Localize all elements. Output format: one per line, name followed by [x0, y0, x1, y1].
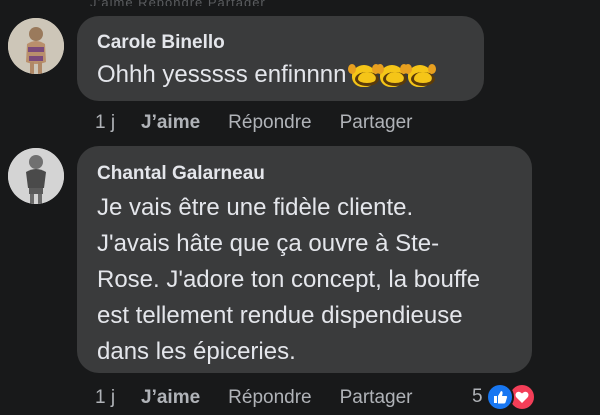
- comments-thread: J’aime Répondre Partager Carole Binello …: [0, 0, 600, 415]
- reaction-count: 5: [472, 386, 483, 407]
- smiling-face-with-open-hands-icon: [348, 63, 380, 87]
- comment-text-line: dans les épiceries.: [97, 338, 296, 365]
- avatar[interactable]: [8, 148, 64, 204]
- emoji-group: [348, 63, 436, 87]
- reply-button[interactable]: Répondre: [228, 112, 311, 134]
- comment-text-content: Ohhh yesssss enfinnnn: [97, 61, 347, 88]
- comment-text-line: est tellement rendue dispendieuse: [97, 302, 463, 329]
- reaction-summary[interactable]: 5: [472, 383, 536, 411]
- smiling-face-with-open-hands-icon: [404, 63, 436, 87]
- comment-author[interactable]: Chantal Galarneau: [97, 162, 512, 186]
- reply-button[interactable]: Répondre: [228, 387, 311, 409]
- comment-text-line: Je vais être une fidèle cliente.: [97, 194, 414, 221]
- comment-author[interactable]: Carole Binello: [97, 31, 464, 55]
- comment-text-line: Rose. J'adore ton concept, la bouffe: [97, 266, 481, 293]
- previous-comment-actions-cutoff: J’aime Répondre Partager: [90, 0, 450, 6]
- like-button[interactable]: J’aime: [141, 112, 200, 134]
- smiling-face-with-open-hands-icon: [376, 63, 408, 87]
- comment-text-line: J'avais hâte que ça ouvre à Ste-: [97, 230, 440, 257]
- comment-text: Ohhh yesssss enfinnnn: [97, 57, 464, 93]
- like-icon: [485, 383, 514, 411]
- avatar[interactable]: [8, 18, 64, 74]
- comment-timestamp[interactable]: 1 j: [95, 112, 141, 134]
- comment-timestamp[interactable]: 1 j: [95, 387, 141, 409]
- comment-actions: 1 j J’aime Répondre Partager: [95, 112, 412, 134]
- comment-bubble: Carole Binello Ohhh yesssss enfinnnn: [77, 16, 484, 101]
- share-button[interactable]: Partager: [340, 387, 413, 409]
- comment-text: Je vais être une fidèle cliente. J'avais…: [97, 190, 512, 370]
- share-button[interactable]: Partager: [340, 112, 413, 134]
- comment-bubble: Chantal Galarneau Je vais être une fidèl…: [77, 146, 532, 373]
- comment-actions: 1 j J’aime Répondre Partager: [95, 387, 412, 409]
- like-button[interactable]: J’aime: [141, 387, 200, 409]
